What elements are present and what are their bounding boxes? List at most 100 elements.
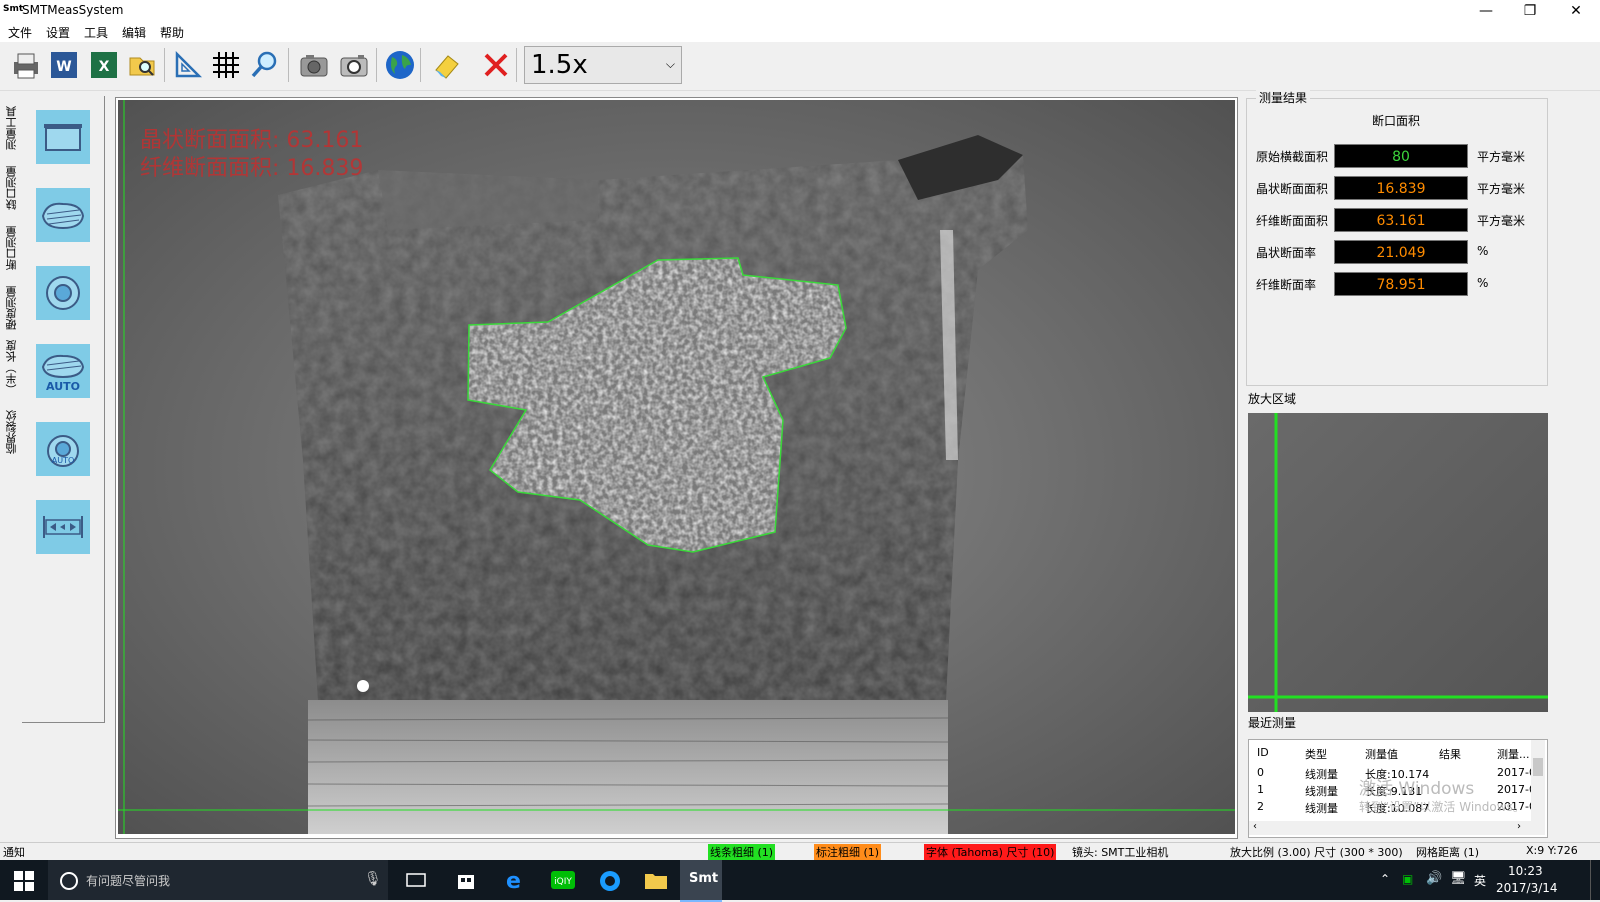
close-button[interactable]: ✕	[1556, 0, 1596, 22]
microphone-icon[interactable]: 🎙	[364, 871, 382, 887]
tab-half-length[interactable]: （半）长度	[4, 340, 24, 396]
status-notice: 通知	[3, 846, 25, 859]
column-header-type[interactable]: 类型	[1305, 746, 1327, 762]
app-logo-icon: Smt	[3, 4, 24, 14]
window-title: SMTMeasSystem	[22, 3, 124, 17]
menu-help[interactable]: 帮助	[160, 24, 184, 41]
toolbar-separator	[516, 48, 517, 82]
chevron-down-icon: ⌵	[665, 57, 675, 71]
menu-file[interactable]: 文件	[8, 24, 32, 41]
result-label-fibrous-ratio: 纤维断面率	[1256, 278, 1317, 292]
recent-measurements-title: 最近测量	[1248, 716, 1297, 730]
vertical-scrollbar[interactable]	[1531, 740, 1545, 821]
taskbar-time[interactable]: 10:23	[1508, 864, 1543, 878]
restore-button[interactable]: ❐	[1510, 0, 1550, 22]
word-icon[interactable]: W	[46, 47, 82, 83]
windows-start-icon[interactable]	[14, 871, 34, 894]
ruler-triangle-icon[interactable]	[170, 47, 206, 83]
result-value-crystalline-area: 16.839	[1334, 176, 1468, 200]
horizontal-scrollbar[interactable]: ‹ ›	[1249, 821, 1545, 835]
smt-app-taskbar-button[interactable]: Smt	[680, 860, 722, 902]
column-header-result[interactable]: 结果	[1439, 746, 1461, 762]
file-explorer-icon[interactable]	[644, 870, 668, 893]
recent-measurements-table[interactable]: ID 类型 测量值 结果 测量... 0 线测量 长度:10.174 2017-…	[1248, 739, 1548, 838]
eraser-icon[interactable]	[428, 47, 464, 83]
smt-app-icon: Smt	[689, 871, 719, 886]
camera-snapshot-icon[interactable]	[336, 47, 372, 83]
cell-type: 线测量	[1305, 785, 1338, 798]
cortana-search-box[interactable]: 有问题尽管问我 🎙	[48, 860, 388, 900]
scrollbar-thumb[interactable]	[1533, 758, 1543, 776]
result-unit-fibrous-area: 平方毫米	[1477, 214, 1526, 228]
column-header-value[interactable]: 测量值	[1365, 746, 1398, 762]
fracture-image-view[interactable]: 晶状断面面积: 63.161 纤维断面面积: 16.839	[118, 100, 1235, 834]
column-header-id[interactable]: ID	[1257, 746, 1269, 759]
menu-tools[interactable]: 工具	[84, 24, 108, 41]
volume-icon[interactable]: 🔊	[1426, 871, 1442, 886]
toolbar-separator	[376, 48, 377, 82]
rect-area-tool-icon[interactable]	[36, 110, 90, 164]
status-font[interactable]: 字体 (Tahoma) 尺寸 (10)	[924, 844, 1057, 860]
zoom-level-value: 1.5x	[531, 50, 588, 80]
activation-watermark-text: 转到“设置”以激活 Windows。	[1359, 800, 1525, 814]
network-icon[interactable]: 🖥	[1450, 871, 1467, 886]
result-label-fibrous-area: 纤维断面面积	[1256, 214, 1329, 228]
width-measure-tool-icon[interactable]	[36, 500, 90, 554]
ime-indicator[interactable]: 英	[1474, 872, 1486, 889]
printer-icon[interactable]	[8, 47, 44, 83]
scroll-right-icon[interactable]: ›	[1517, 821, 1521, 832]
toolbar-separator	[164, 48, 165, 82]
tab-notch-measure[interactable]: 缺口测量	[4, 160, 24, 216]
tab-hardness-measure[interactable]: 硬度测量	[4, 280, 24, 336]
auto-circle-label: AUTO	[51, 456, 75, 465]
tab-measure-tools[interactable]: 测量工具	[4, 100, 24, 156]
menu-settings[interactable]: 设置	[46, 24, 70, 41]
tab-critical-crack[interactable]: 临界裂纹	[4, 400, 24, 464]
grid-icon[interactable]	[208, 47, 244, 83]
result-label-crystalline-area: 晶状断面面积	[1256, 182, 1329, 196]
show-desktop-button[interactable]	[1590, 860, 1600, 900]
menu-bar: 文件 设置 工具 编辑 帮助	[0, 22, 1600, 42]
result-value-fibrous-area: 63.161	[1334, 208, 1468, 232]
status-coordinates: X:9 Y:726	[1526, 844, 1578, 857]
result-label-crystalline-ratio: 晶状断面率	[1256, 246, 1317, 260]
delete-icon[interactable]	[478, 47, 514, 83]
column-header-time[interactable]: 测量...	[1497, 746, 1530, 762]
taskbar-date[interactable]: 2017/3/14	[1496, 881, 1558, 895]
magnifier-icon[interactable]	[246, 47, 282, 83]
tab-fracture-measure[interactable]: 断口测量	[4, 220, 24, 276]
tray-chevron-up-icon[interactable]: ⌃	[1380, 872, 1390, 886]
store-icon[interactable]	[456, 870, 476, 893]
camera-icon[interactable]	[296, 47, 332, 83]
zoom-area-title: 放大区域	[1248, 392, 1297, 406]
globe-icon[interactable]	[382, 47, 418, 83]
freeform-area-tool-icon[interactable]	[36, 188, 90, 242]
zoom-level-select[interactable]: 1.5x ⌵	[524, 46, 682, 84]
svg-text:iQIY: iQIY	[554, 877, 572, 887]
iqiyi-icon[interactable]: iQIY	[550, 870, 576, 893]
tray-iqiyi-icon[interactable]: ▣	[1402, 872, 1413, 886]
cell-type: 线测量	[1305, 802, 1338, 815]
cell-id: 2	[1257, 800, 1264, 813]
zoom-area-view	[1248, 413, 1548, 712]
svg-text:W: W	[56, 59, 71, 75]
result-unit-crystalline-ratio: %	[1477, 244, 1489, 258]
search-placeholder: 有问题尽管问我	[86, 874, 171, 888]
cell-type: 线测量	[1305, 768, 1338, 781]
auto-circle-tool-icon[interactable]: AUTO	[36, 422, 90, 476]
menu-edit[interactable]: 编辑	[122, 24, 146, 41]
excel-icon[interactable]: X	[86, 47, 122, 83]
scroll-left-icon[interactable]: ‹	[1253, 821, 1257, 832]
qq-browser-icon[interactable]	[598, 869, 622, 896]
minimize-button[interactable]: —	[1466, 0, 1506, 22]
status-line-width[interactable]: 线条粗细 (1)	[708, 844, 776, 860]
cell-id: 1	[1257, 783, 1264, 796]
edge-browser-icon[interactable]: e	[504, 869, 528, 894]
fracture-specimen-image	[118, 100, 1235, 834]
folder-search-icon[interactable]	[124, 47, 160, 83]
circle-tool-icon[interactable]	[36, 266, 90, 320]
task-view-icon[interactable]	[406, 872, 426, 891]
status-lens: 镜头: SMT工业相机	[1072, 846, 1169, 859]
auto-area-tool-icon[interactable]: AUTO	[36, 344, 90, 398]
status-label-width[interactable]: 标注粗细 (1)	[814, 844, 882, 860]
